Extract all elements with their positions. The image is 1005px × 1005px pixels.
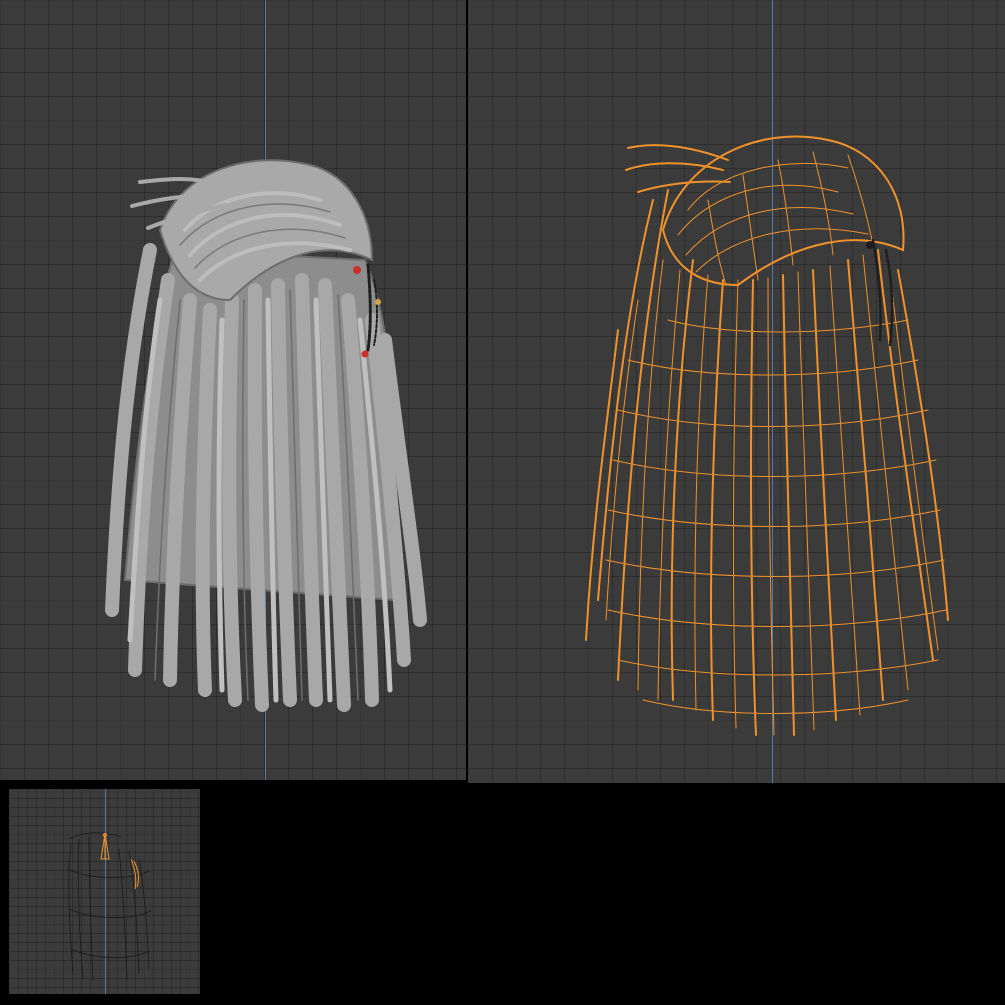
thumbnail-viewport[interactable] (9, 789, 200, 994)
solid-hair-model[interactable] (0, 0, 466, 780)
thumbnail-hair-wire[interactable] (9, 789, 200, 994)
wireframe-viewport[interactable] (468, 0, 1005, 783)
solid-viewport[interactable] (0, 0, 466, 780)
wireframe-hair-model[interactable] (468, 0, 1005, 783)
viewport-stage (0, 0, 1005, 1005)
